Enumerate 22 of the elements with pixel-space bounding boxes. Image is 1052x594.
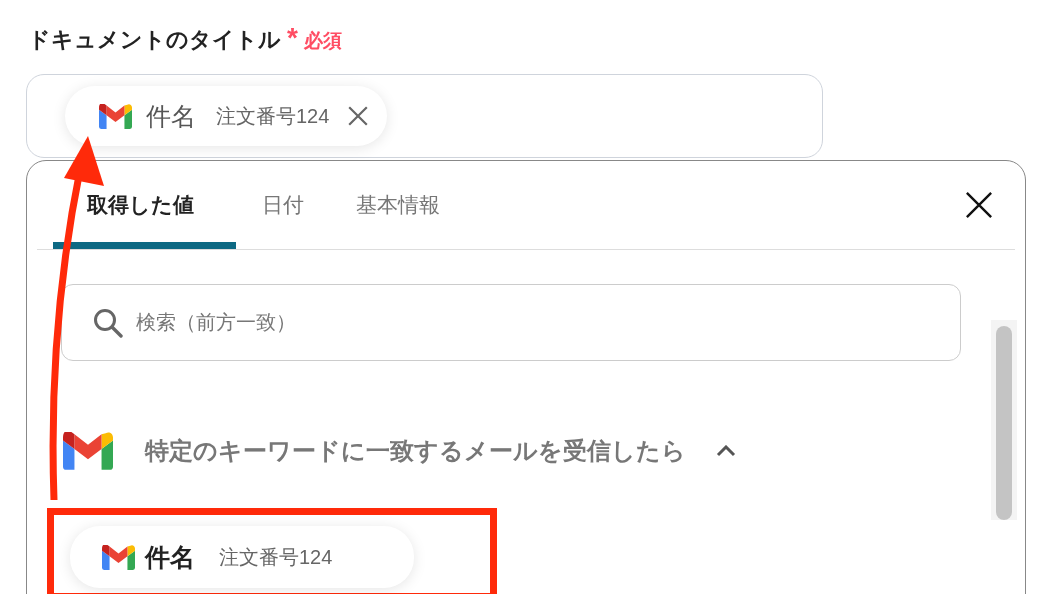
chip-value: 注文番号124 <box>216 103 330 129</box>
variable-chip[interactable]: 件名 注文番号124 <box>65 86 388 146</box>
search-icon <box>93 308 123 338</box>
remove-icon[interactable] <box>347 105 370 127</box>
close-icon[interactable] <box>965 191 993 219</box>
gmail-icon <box>63 432 113 470</box>
gmail-icon <box>102 544 135 570</box>
scrollbar[interactable] <box>991 320 1017 520</box>
group-title: 特定のキーワードに一致するメールを受信したら <box>145 436 686 466</box>
chip-name: 件名 <box>146 100 196 132</box>
tab[interactable]: 基本情報 <box>330 161 466 249</box>
title-input-field[interactable]: 件名 注文番号124 <box>26 74 823 158</box>
gmail-icon <box>99 103 132 129</box>
chip-value: 注文番号124 <box>219 544 333 570</box>
chip-name: 件名 <box>145 541 195 573</box>
variable-chip[interactable]: 件名 注文番号124 <box>70 526 414 588</box>
tab[interactable]: 日付 <box>236 161 330 249</box>
field-label: ドキュメントのタイトル <box>28 26 281 54</box>
required-label: 必須 <box>303 29 342 53</box>
caret-up-icon[interactable] <box>716 445 736 457</box>
required-mark: * <box>287 22 298 54</box>
search-field[interactable]: 検索（前方一致） <box>61 284 961 361</box>
